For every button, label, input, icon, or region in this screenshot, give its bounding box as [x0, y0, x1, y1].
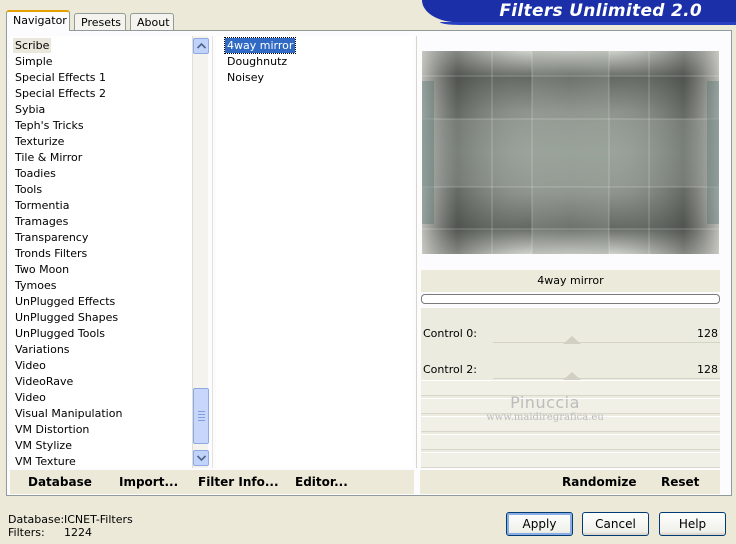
category-item[interactable]: Two Moon — [13, 262, 71, 277]
category-item[interactable]: UnPlugged Tools — [13, 326, 107, 341]
category-item[interactable]: Toadies — [13, 166, 58, 181]
chevron-up-icon — [197, 43, 206, 49]
scroll-up-button[interactable] — [193, 38, 209, 54]
category-list[interactable]: Scribe Simple Special Effects 1 Special Eff… — [10, 36, 192, 468]
chevron-down-icon — [197, 455, 206, 461]
watermark-title: Pinuccia — [510, 393, 580, 412]
control-2-label: Control 2: — [423, 363, 477, 376]
category-item[interactable]: Teph's Tricks — [13, 118, 86, 133]
category-item[interactable]: Variations — [13, 342, 72, 357]
empty-control-slot — [421, 434, 720, 450]
filters-count: 1224 — [64, 526, 92, 539]
control-2-row[interactable]: Control 2: 128 — [421, 360, 720, 380]
category-item[interactable]: Tramages — [13, 214, 70, 229]
category-item[interactable]: Simple — [13, 54, 55, 69]
filters-label: Filters: — [8, 526, 45, 539]
thumb-grip — [198, 414, 205, 415]
category-item[interactable]: Visual Manipulation — [13, 406, 124, 421]
scroll-down-button[interactable] — [193, 450, 209, 466]
control-0-track[interactable] — [493, 342, 720, 343]
category-item[interactable]: Special Effects 2 — [13, 86, 108, 101]
control-0-label: Control 0: — [423, 327, 477, 340]
thumb-grip — [198, 417, 205, 418]
category-item[interactable]: Scribe — [13, 38, 52, 53]
control-0-row[interactable]: Control 0: 128 — [421, 324, 720, 344]
control-2-value: 128 — [697, 363, 718, 376]
filter-item[interactable]: Noisey — [225, 70, 266, 85]
category-item[interactable]: Video — [13, 358, 48, 373]
import-button[interactable]: Import... — [119, 474, 178, 490]
category-item[interactable]: Sybia — [13, 102, 47, 117]
empty-control-slot — [421, 452, 720, 468]
reset-button[interactable]: Reset — [661, 474, 699, 490]
scroll-thumb[interactable] — [193, 388, 209, 444]
filter-info-button[interactable]: Filter Info... — [198, 474, 279, 490]
filter-item[interactable]: Doughnutz — [225, 54, 289, 69]
preview-image — [422, 51, 719, 254]
category-item[interactable]: Texturize — [13, 134, 66, 149]
category-item[interactable]: Tile & Mirror — [13, 150, 84, 165]
thumb-grip — [198, 420, 205, 421]
banner-title: Filters Unlimited 2.0 — [499, 1, 702, 21]
list-divider — [212, 36, 213, 468]
watermark-url: www.maidiregrafica.eu — [486, 412, 604, 423]
category-item[interactable]: UnPlugged Shapes — [13, 310, 120, 325]
apply-button[interactable]: Apply — [506, 512, 573, 536]
category-item[interactable]: Video — [13, 390, 48, 405]
category-item[interactable]: Tools — [13, 182, 44, 197]
category-item[interactable]: VM Texture — [13, 454, 78, 468]
category-item[interactable]: Transparency — [13, 230, 90, 245]
mirror-preview-graphic — [422, 51, 719, 254]
randomize-button[interactable]: Randomize — [562, 474, 636, 490]
category-item[interactable]: UnPlugged Effects — [13, 294, 117, 309]
watermark: Pinuccia www.maidiregrafica.eu — [470, 394, 620, 424]
category-scrollbar[interactable] — [192, 36, 209, 468]
progress-bar — [421, 294, 720, 304]
control-0-value: 128 — [697, 327, 718, 340]
filter-item[interactable]: 4way mirror — [223, 37, 297, 54]
tab-presets[interactable]: Presets — [74, 13, 126, 31]
category-item[interactable]: Special Effects 1 — [13, 70, 108, 85]
tab-navigator[interactable]: Navigator — [6, 10, 70, 31]
control-2-slider-thumb[interactable] — [563, 372, 581, 380]
tab-about[interactable]: About — [130, 13, 174, 31]
category-item[interactable]: VideoRave — [13, 374, 75, 389]
category-item[interactable]: Tormentia — [13, 198, 71, 213]
database-label: Database: — [8, 513, 65, 526]
control-0-slider-thumb[interactable] — [563, 336, 581, 344]
header-banner: Filters Unlimited 2.0 — [422, 0, 736, 22]
category-item[interactable]: Tronds Filters — [13, 246, 89, 261]
control-2-track[interactable] — [493, 378, 720, 379]
preview-divider — [416, 36, 417, 468]
selected-filter-name: 4way mirror — [421, 270, 720, 292]
thumb-grip — [198, 411, 205, 412]
database-value: ICNET-Filters — [64, 513, 133, 526]
category-item[interactable]: Tymoes — [13, 278, 58, 293]
banner-underline — [440, 22, 736, 25]
database-button[interactable]: Database — [28, 474, 92, 490]
category-item[interactable]: VM Stylize — [13, 438, 74, 453]
list-action-bar: Database Import... Filter Info... Editor… — [10, 470, 414, 494]
preview-action-bar: Randomize Reset — [420, 470, 720, 494]
filter-list[interactable]: 4way mirror Doughnutz Noisey — [216, 36, 414, 468]
category-item[interactable]: VM Distortion — [13, 422, 91, 437]
editor-button[interactable]: Editor... — [295, 474, 348, 490]
cancel-button[interactable]: Cancel — [582, 512, 649, 536]
help-button[interactable]: Help — [659, 512, 726, 536]
